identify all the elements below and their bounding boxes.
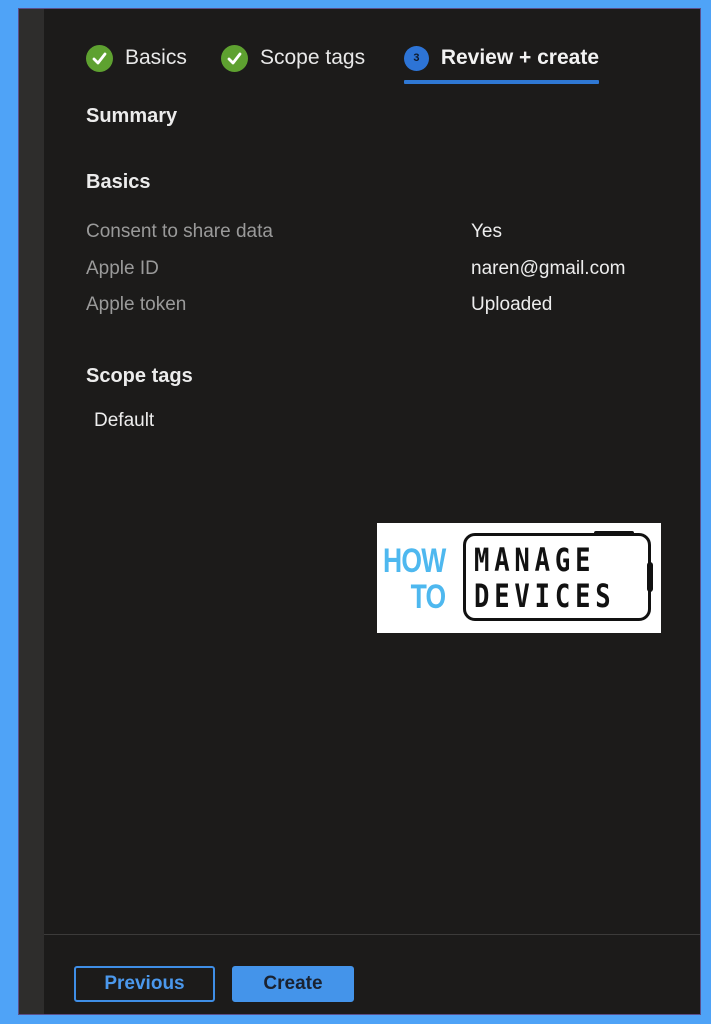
review-create-panel: Basics Scope tags 3 Review + create Summ… — [18, 8, 701, 1015]
consent-value: Yes — [471, 221, 502, 242]
watermark-to: TO — [410, 578, 447, 616]
basics-heading: Basics — [86, 171, 151, 193]
tab-label: Scope tags — [260, 46, 366, 69]
tab-label: Basics — [125, 46, 187, 69]
apple-id-label: Apple ID — [86, 258, 159, 279]
watermark-manage: MANAGE — [474, 541, 596, 579]
check-circle-icon — [221, 44, 248, 72]
phone-speaker — [594, 531, 634, 535]
check-circle-icon — [86, 44, 113, 72]
apple-token-label: Apple token — [86, 294, 187, 315]
apple-id-value: naren@gmail.com — [471, 258, 626, 279]
watermark-manage-devices: MANAGE DEVICES — [474, 542, 615, 614]
tab-label: Review + create — [440, 46, 599, 69]
watermark-how: HOW — [383, 542, 446, 580]
previous-button[interactable]: Previous — [74, 966, 215, 1002]
consent-label: Consent to share data — [86, 221, 273, 242]
scope-tags-heading: Scope tags — [86, 365, 193, 387]
watermark-logo: HOW TO MANAGE DEVICES — [377, 523, 661, 633]
step-number-badge: 3 — [404, 45, 429, 71]
phone-frame-icon: MANAGE DEVICES — [463, 531, 653, 621]
active-tab-underline — [404, 80, 599, 84]
summary-title: Summary — [86, 105, 178, 127]
apple-token-value: Uploaded — [471, 294, 553, 315]
tab-scope-tags[interactable]: Scope tags — [221, 41, 365, 75]
footer-divider — [44, 934, 700, 935]
watermark-devices: DEVICES — [474, 577, 616, 615]
scope-tag-value: Default — [94, 410, 155, 431]
tab-basics[interactable]: Basics — [86, 41, 187, 75]
watermark-how-to: HOW TO — [383, 542, 447, 616]
side-strip — [19, 9, 44, 1014]
tab-review-create[interactable]: 3 Review + create — [404, 41, 599, 84]
phone-button — [647, 562, 653, 592]
create-button[interactable]: Create — [232, 966, 354, 1002]
